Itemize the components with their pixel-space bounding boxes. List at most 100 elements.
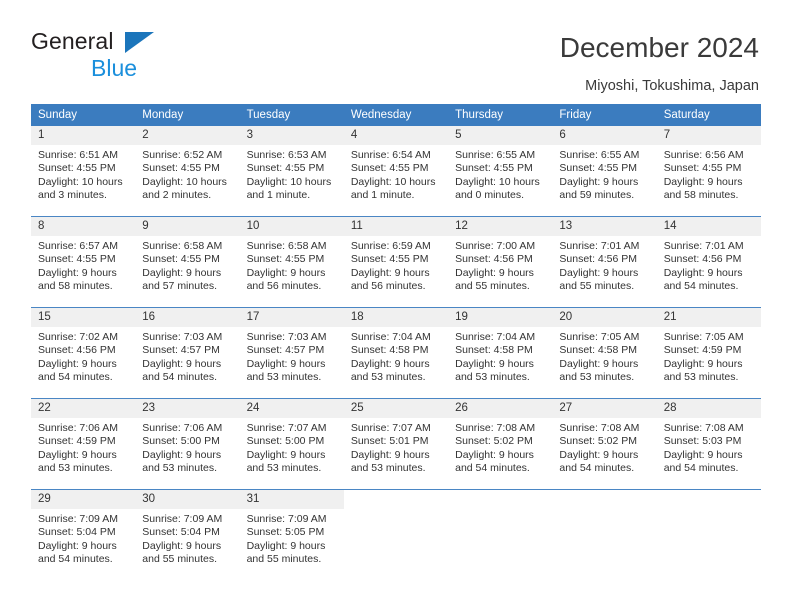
sunset-text: Sunset: 4:59 PM — [38, 435, 116, 448]
sunrise-text: Sunrise: 7:06 AM — [142, 422, 223, 434]
calendar-day-cell[interactable]: 20 Sunrise: 7:05 AM Sunset: 4:58 PM Dayligh… — [552, 307, 657, 399]
sunrise-text: Sunrise: 7:06 AM — [38, 422, 118, 434]
calendar-day-cell[interactable]: 4 Sunrise: 6:54 AM Sunset: 4:55 PM Daylight… — [343, 126, 449, 217]
calendar-day-cell[interactable]: 21 Sunrise: 7:05 AM Sunset: 4:59 PM Dayligh… — [656, 307, 761, 399]
calendar-week-row: 29 Sunrise: 7:09 AM Sunset: 5:04 PM Dayligh… — [31, 489, 761, 580]
day-number: 4 — [343, 126, 449, 145]
day-number: 28 — [656, 399, 761, 418]
day-details: Sunrise: 7:01 AM Sunset: 4:56 PM Daylight:… — [657, 236, 761, 293]
calendar-day-cell-empty — [448, 489, 553, 580]
daylight-text: Daylight: 9 hours and 54 minutes. — [663, 448, 743, 474]
day-details: Sunrise: 7:04 AM Sunset: 4:58 PM Daylight:… — [448, 327, 552, 384]
calendar-day-cell[interactable]: 27 Sunrise: 7:08 AM Sunset: 5:02 PM Dayligh… — [552, 398, 657, 490]
calendar-day-cell[interactable]: 18 Sunrise: 7:04 AM Sunset: 4:58 PM Dayligh… — [343, 307, 449, 399]
sunset-text: Sunset: 4:58 PM — [455, 344, 533, 357]
day-details: Sunrise: 7:04 AM Sunset: 4:58 PM Daylight:… — [344, 327, 448, 384]
calendar-day-cell[interactable]: 30 Sunrise: 7:09 AM Sunset: 5:04 PM Dayligh… — [135, 489, 240, 580]
day-number: 7 — [656, 126, 761, 145]
sunset-text: Sunset: 5:05 PM — [246, 526, 325, 539]
calendar-day-cell[interactable]: 25 Sunrise: 7:07 AM Sunset: 5:01 PM Dayligh… — [343, 398, 449, 490]
daylight-text: Daylight: 9 hours and 53 minutes. — [350, 357, 430, 383]
calendar-day-cell[interactable]: 29 Sunrise: 7:09 AM Sunset: 5:04 PM Dayligh… — [31, 489, 136, 580]
page-header: General Blue December 2024 Miyoshi, Toku… — [0, 0, 792, 104]
calendar-day-cell[interactable]: 3 Sunrise: 6:53 AM Sunset: 4:55 PM Daylight… — [239, 126, 344, 217]
day-number: 22 — [31, 399, 136, 418]
calendar-day-cell[interactable]: 10 Sunrise: 6:58 AM Sunset: 4:55 PM Dayligh… — [239, 216, 344, 308]
calendar-day-cell[interactable]: 23 Sunrise: 7:06 AM Sunset: 5:00 PM Dayligh… — [135, 398, 240, 490]
daylight-text: Daylight: 9 hours and 58 minutes. — [38, 266, 117, 292]
daylight-text: Daylight: 9 hours and 59 minutes. — [559, 175, 639, 201]
daylight-text: Daylight: 10 hours and 0 minutes. — [455, 175, 540, 201]
calendar-day-cell[interactable]: 16 Sunrise: 7:03 AM Sunset: 4:57 PM Dayligh… — [135, 307, 240, 399]
calendar-week-row: 22 Sunrise: 7:06 AM Sunset: 4:59 PM Dayligh… — [31, 398, 761, 490]
sunset-text: Sunset: 4:55 PM — [38, 253, 116, 266]
weekday-header-wednesday: Wednesday — [343, 104, 449, 126]
sunset-text: Sunset: 5:00 PM — [246, 435, 325, 448]
day-number: 14 — [656, 217, 761, 236]
day-number: 18 — [343, 308, 449, 327]
calendar-day-cell[interactable]: 26 Sunrise: 7:08 AM Sunset: 5:02 PM Dayligh… — [448, 398, 553, 490]
calendar-day-cell[interactable]: 31 Sunrise: 7:09 AM Sunset: 5:05 PM Dayligh… — [239, 489, 344, 580]
day-number: 27 — [552, 399, 657, 418]
daylight-text: Daylight: 9 hours and 53 minutes. — [455, 357, 534, 383]
day-number: 24 — [239, 399, 344, 418]
sunset-text: Sunset: 4:55 PM — [663, 162, 742, 175]
calendar-day-cell[interactable]: 28 Sunrise: 7:08 AM Sunset: 5:03 PM Dayligh… — [656, 398, 761, 490]
day-details: Sunrise: 6:57 AM Sunset: 4:55 PM Daylight:… — [31, 236, 135, 293]
calendar-day-cell[interactable]: 6 Sunrise: 6:55 AM Sunset: 4:55 PM Daylight… — [552, 126, 657, 217]
day-details: Sunrise: 7:08 AM Sunset: 5:02 PM Daylight:… — [552, 418, 656, 475]
day-details: Sunrise: 6:58 AM Sunset: 4:55 PM Daylight:… — [240, 236, 344, 293]
daylight-text: Daylight: 9 hours and 55 minutes. — [142, 539, 222, 565]
calendar-day-cell[interactable]: 8 Sunrise: 6:57 AM Sunset: 4:55 PM Daylight… — [31, 216, 136, 308]
weekday-header-thursday: Thursday — [448, 104, 553, 126]
calendar-day-cell[interactable]: 24 Sunrise: 7:07 AM Sunset: 5:00 PM Dayligh… — [239, 398, 344, 490]
calendar-day-cell[interactable]: 9 Sunrise: 6:58 AM Sunset: 4:55 PM Daylight… — [135, 216, 240, 308]
calendar-weekday-header-row: Sunday Monday Tuesday Wednesday Thursday… — [31, 104, 761, 126]
general-blue-logo[interactable]: General Blue — [31, 30, 241, 82]
sunset-text: Sunset: 4:55 PM — [350, 253, 429, 266]
calendar-table: Sunday Monday Tuesday Wednesday Thursday… — [31, 104, 761, 580]
daylight-text: Daylight: 9 hours and 54 minutes. — [38, 539, 117, 565]
calendar-day-cell[interactable]: 11 Sunrise: 6:59 AM Sunset: 4:55 PM Dayligh… — [343, 216, 449, 308]
weekday-header-saturday: Saturday — [656, 104, 761, 126]
sunset-text: Sunset: 4:57 PM — [142, 344, 220, 357]
calendar-day-cell[interactable]: 7 Sunrise: 6:56 AM Sunset: 4:55 PM Daylight… — [656, 126, 761, 217]
calendar-day-cell[interactable]: 12 Sunrise: 7:00 AM Sunset: 4:56 PM Dayligh… — [448, 216, 553, 308]
day-details: Sunrise: 7:06 AM Sunset: 5:00 PM Daylight:… — [135, 418, 239, 475]
day-number: 9 — [135, 217, 240, 236]
day-number: 20 — [552, 308, 657, 327]
calendar-week-row: 8 Sunrise: 6:57 AM Sunset: 4:55 PM Daylight… — [31, 216, 761, 308]
daylight-text: Daylight: 9 hours and 53 minutes. — [350, 448, 430, 474]
sunrise-text: Sunrise: 7:09 AM — [246, 513, 327, 525]
sunrise-text: Sunrise: 6:59 AM — [350, 240, 431, 252]
day-details: Sunrise: 7:03 AM Sunset: 4:57 PM Daylight:… — [240, 327, 344, 384]
day-details: Sunrise: 6:55 AM Sunset: 4:55 PM Daylight:… — [552, 145, 656, 202]
sunrise-text: Sunrise: 7:04 AM — [455, 331, 536, 343]
day-details: Sunrise: 6:54 AM Sunset: 4:55 PM Daylight:… — [344, 145, 448, 202]
day-number: 2 — [135, 126, 240, 145]
sunrise-text: Sunrise: 7:07 AM — [350, 422, 431, 434]
daylight-text: Daylight: 9 hours and 56 minutes. — [246, 266, 326, 292]
day-number: 21 — [656, 308, 761, 327]
daylight-text: Daylight: 9 hours and 54 minutes. — [455, 448, 534, 474]
day-details: Sunrise: 6:59 AM Sunset: 4:55 PM Daylight:… — [344, 236, 448, 293]
calendar-day-cell[interactable]: 17 Sunrise: 7:03 AM Sunset: 4:57 PM Dayligh… — [239, 307, 344, 399]
calendar-day-cell[interactable]: 19 Sunrise: 7:04 AM Sunset: 4:58 PM Dayligh… — [448, 307, 553, 399]
sunset-text: Sunset: 4:58 PM — [350, 344, 429, 357]
calendar-day-cell[interactable]: 22 Sunrise: 7:06 AM Sunset: 4:59 PM Dayligh… — [31, 398, 136, 490]
calendar-day-cell-empty — [552, 489, 657, 580]
daylight-text: Daylight: 9 hours and 53 minutes. — [246, 357, 326, 383]
calendar-day-cell[interactable]: 1 Sunrise: 6:51 AM Sunset: 4:55 PM Daylight… — [31, 126, 136, 217]
day-number: 10 — [239, 217, 344, 236]
day-number: 23 — [135, 399, 240, 418]
calendar-day-cell[interactable]: 2 Sunrise: 6:52 AM Sunset: 4:55 PM Daylight… — [135, 126, 240, 217]
daylight-text: Daylight: 9 hours and 54 minutes. — [559, 448, 639, 474]
daylight-text: Daylight: 9 hours and 53 minutes. — [142, 448, 222, 474]
day-number: 15 — [31, 308, 136, 327]
calendar-day-cell[interactable]: 15 Sunrise: 7:02 AM Sunset: 4:56 PM Dayligh… — [31, 307, 136, 399]
calendar-day-cell[interactable]: 13 Sunrise: 7:01 AM Sunset: 4:56 PM Dayligh… — [552, 216, 657, 308]
calendar-day-cell[interactable]: 14 Sunrise: 7:01 AM Sunset: 4:56 PM Dayligh… — [656, 216, 761, 308]
day-number: 17 — [239, 308, 344, 327]
day-number: 16 — [135, 308, 240, 327]
calendar-day-cell[interactable]: 5 Sunrise: 6:55 AM Sunset: 4:55 PM Daylight… — [448, 126, 553, 217]
